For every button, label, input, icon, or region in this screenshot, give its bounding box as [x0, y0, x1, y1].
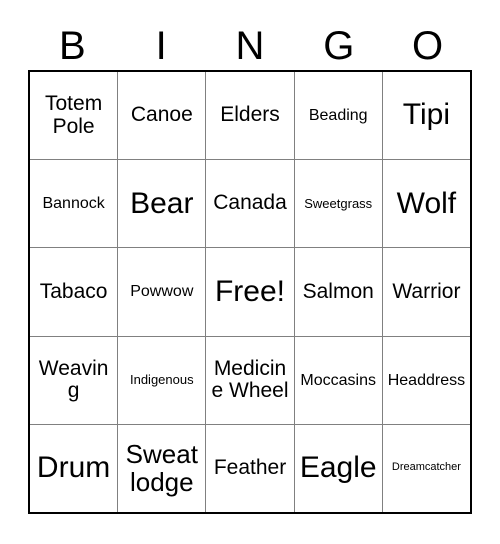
bingo-header-row: B I N G O [28, 22, 472, 70]
bingo-row: Totem Pole Canoe Elders Beading Tipi [30, 72, 470, 161]
bingo-header-letter-i: I [155, 24, 167, 68]
bingo-cell[interactable]: Dreamcatcher [383, 425, 470, 512]
bingo-cell[interactable]: Wolf [383, 160, 470, 247]
bingo-cell[interactable]: Eagle [295, 424, 383, 513]
bingo-header-letter-g: G [323, 24, 355, 68]
bingo-header-letter-o: O [412, 24, 444, 68]
bingo-cell[interactable]: Drum [30, 424, 119, 513]
bingo-card: B I N G O Totem Pole Canoe Elders Beadin… [0, 0, 500, 544]
bingo-cell[interactable]: Feather [206, 424, 295, 513]
bingo-header-letter-b: B [59, 24, 86, 68]
bingo-cell[interactable]: Weaving [30, 336, 119, 424]
bingo-row: Tabaco Powwow Free! Salmon Warrior [30, 248, 470, 337]
bingo-cell[interactable]: Tabaco [30, 248, 119, 336]
bingo-row: Drum Sweat lodge Feather Eagle Dreamcatc… [30, 424, 470, 513]
bingo-cell[interactable]: Elders [206, 72, 295, 160]
bingo-cell[interactable]: Powwow [118, 248, 207, 336]
bingo-cell[interactable]: Bannock [30, 160, 119, 248]
bingo-cell[interactable]: Sweat lodge [118, 424, 207, 513]
bingo-cell[interactable]: Medicine Wheel [206, 336, 295, 424]
bingo-cell[interactable]: Bear [118, 160, 207, 248]
bingo-grid: Totem Pole Canoe Elders Beading Tipi Ban… [28, 70, 472, 514]
bingo-cell[interactable]: Totem Pole [30, 72, 119, 160]
bingo-cell[interactable]: Sweetgrass [295, 160, 383, 248]
bingo-cell[interactable]: Canada [206, 160, 295, 248]
bingo-cell[interactable]: Warrior [383, 248, 470, 335]
bingo-cell[interactable]: Beading [295, 72, 383, 160]
bingo-cell[interactable]: Moccasins [295, 336, 383, 424]
bingo-header-letter-n: N [235, 24, 265, 68]
bingo-cell[interactable]: Tipi [383, 72, 470, 159]
bingo-row: Weaving Indigenous Medicine Wheel Moccas… [30, 336, 470, 425]
bingo-cell[interactable]: Canoe [118, 72, 207, 160]
bingo-cell[interactable]: Headdress [383, 337, 470, 424]
bingo-cell[interactable]: Indigenous [118, 336, 207, 424]
bingo-cell-free-space[interactable]: Free! [206, 248, 295, 336]
bingo-row: Bannock Bear Canada Sweetgrass Wolf [30, 160, 470, 249]
bingo-cell[interactable]: Salmon [295, 248, 383, 336]
